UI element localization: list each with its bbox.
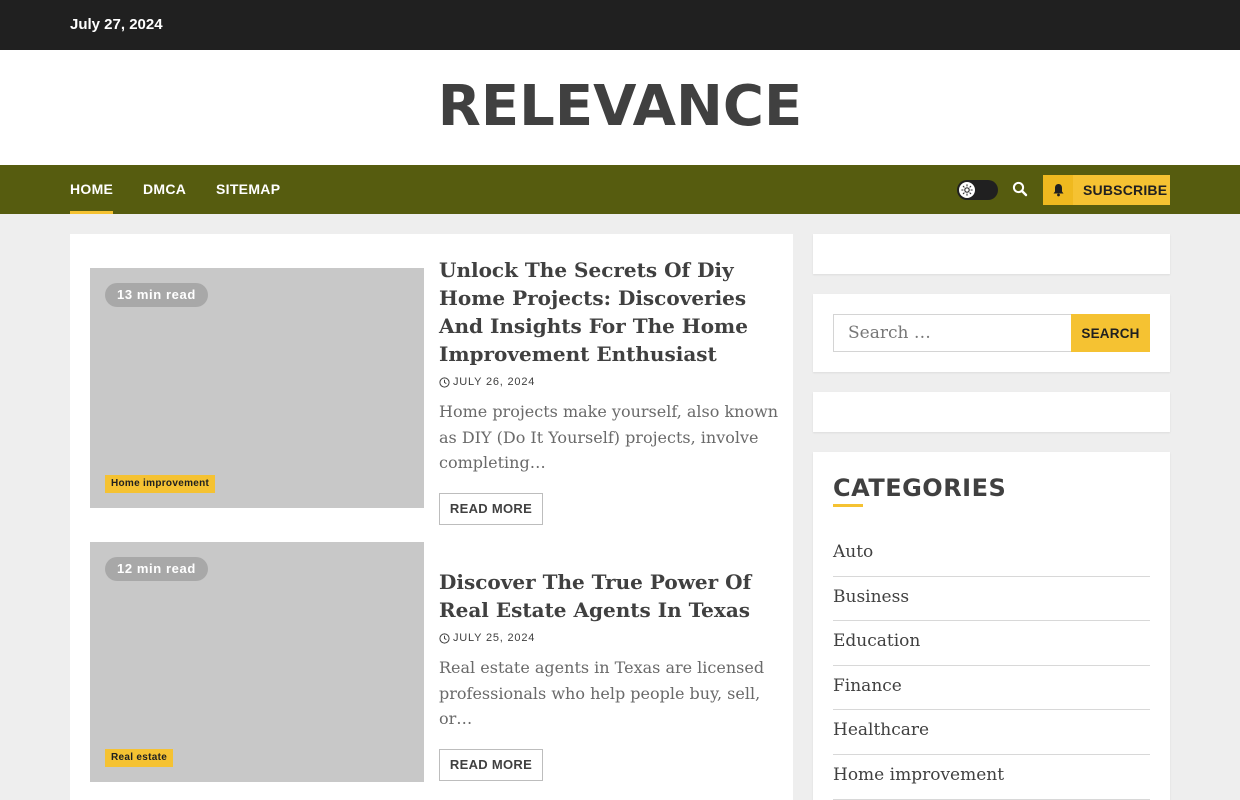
category-item-education[interactable]: Education [833, 621, 1150, 666]
read-more-button[interactable]: READ MORE [439, 748, 543, 781]
sun-icon [959, 182, 975, 198]
read-time-badge: 12 min read [105, 557, 208, 581]
category-item-business[interactable]: Business [833, 577, 1150, 622]
top-bar: July 27, 2024 [0, 0, 1240, 50]
post-date-text: JULY 26, 2024 [453, 376, 536, 388]
category-item-auto[interactable]: Auto [833, 532, 1150, 577]
read-more-button[interactable]: READ MORE [439, 492, 543, 525]
post-date: JULY 25, 2024 [439, 632, 779, 644]
post-card: 13 min read Home improvement Unlock The … [90, 256, 778, 525]
post-title[interactable]: Unlock The Secrets Of Diy Home Projects:… [439, 256, 779, 368]
category-tag[interactable]: Real estate [105, 749, 174, 767]
post-excerpt: Real estate agents in Texas are licensed… [439, 658, 765, 728]
read-time-badge: 13 min read [105, 283, 208, 307]
nav-item-home[interactable]: HOME [70, 165, 114, 214]
category-item-healthcare[interactable]: Healthcare [833, 710, 1150, 755]
nav-item-dmca[interactable]: DMCA [143, 165, 186, 214]
subscribe-button[interactable]: SUBSCRIBE [1043, 175, 1170, 205]
category-item-finance[interactable]: Finance [833, 666, 1150, 711]
bell-icon [1043, 175, 1073, 205]
post-card: 12 min read Real estate Discover The Tru… [90, 542, 773, 782]
post-thumbnail[interactable]: 13 min read Home improvement [90, 268, 424, 508]
search-input[interactable] [833, 314, 1071, 352]
empty-widget [813, 234, 1170, 274]
masthead: RELEVANCE [0, 50, 1240, 165]
categories-title: CATEGORIES [833, 474, 1007, 502]
clock-icon [439, 376, 450, 388]
current-date: July 27, 2024 [70, 16, 163, 33]
site-title[interactable]: RELEVANCE [0, 74, 1240, 140]
post-excerpt: Home projects make yourself, also known … [439, 402, 779, 472]
search-icon[interactable] [1012, 181, 1030, 199]
dark-mode-toggle[interactable] [957, 180, 998, 200]
post-body: Unlock The Secrets Of Diy Home Projects:… [439, 256, 779, 525]
post-title[interactable]: Discover The True Power Of Real Estate A… [439, 568, 779, 624]
title-underline [833, 504, 863, 507]
nav-item-sitemap[interactable]: SITEMAP [216, 165, 280, 214]
post-date-text: JULY 25, 2024 [453, 632, 536, 644]
search-button[interactable]: SEARCH [1071, 314, 1150, 352]
search-widget: SEARCH [813, 294, 1170, 372]
category-item-home-improvement[interactable]: Home improvement [833, 755, 1150, 800]
post-body: Discover The True Power Of Real Estate A… [439, 568, 779, 781]
categories-widget: CATEGORIES Auto Business Education Finan… [813, 452, 1170, 800]
subscribe-label: SUBSCRIBE [1083, 182, 1168, 198]
empty-widget [813, 392, 1170, 432]
post-thumbnail[interactable]: 12 min read Real estate [90, 542, 424, 782]
post-date: JULY 26, 2024 [439, 376, 779, 388]
categories-list: Auto Business Education Finance Healthca… [833, 532, 1150, 800]
category-tag[interactable]: Home improvement [105, 475, 216, 493]
clock-icon [439, 632, 450, 644]
